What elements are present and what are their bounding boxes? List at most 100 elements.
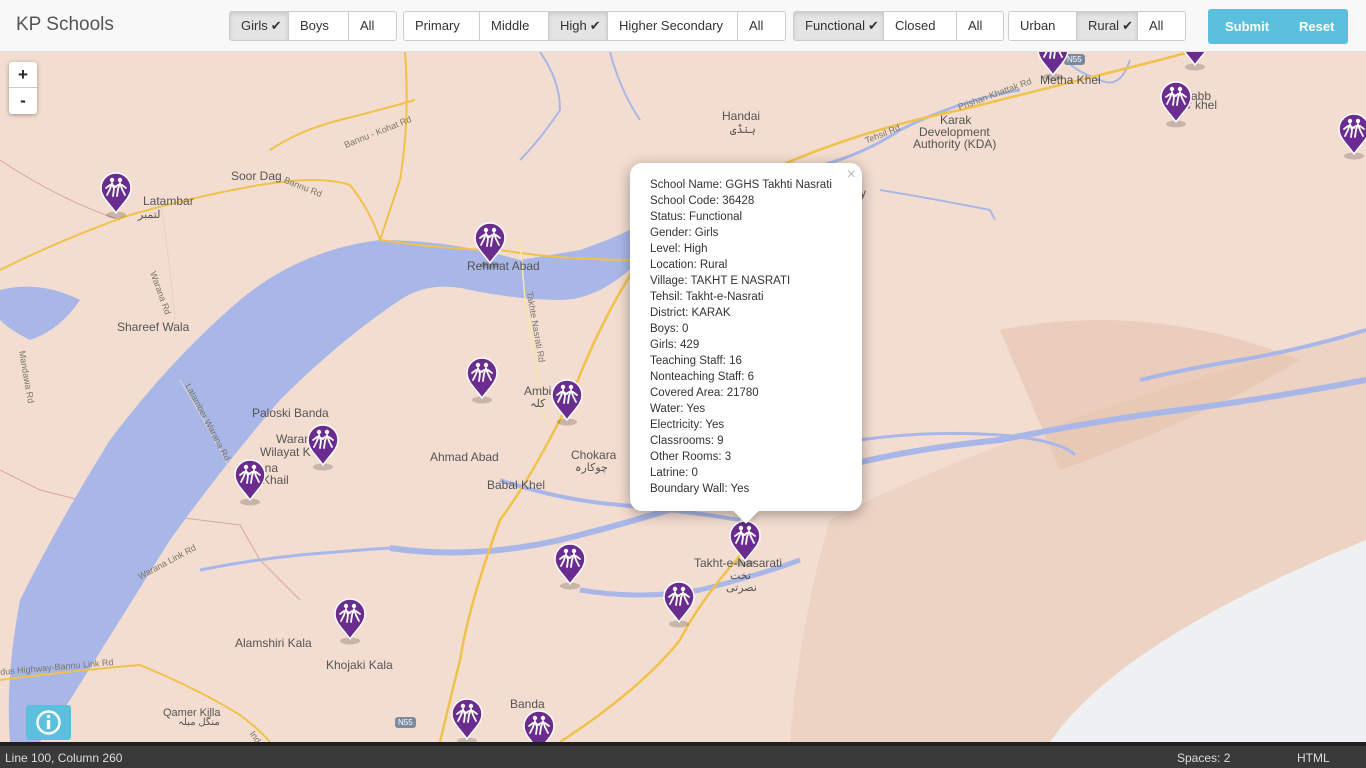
- popup-field: School Code: 36428: [650, 195, 755, 207]
- level-filter-group: Primary Middle High ✔ Higher Secondary Al…: [403, 11, 786, 41]
- check-icon: ✔: [270, 18, 282, 33]
- popup-field: Boundary Wall: Yes: [650, 483, 750, 495]
- place-chokara: Chokara: [571, 448, 617, 462]
- popup-field: Girls: 429: [650, 339, 700, 351]
- popup-field: School Name: GGHS Takhti Nasrati: [650, 179, 832, 191]
- reset-button[interactable]: Reset: [1299, 9, 1334, 44]
- place-ambi: Ambi: [524, 384, 552, 398]
- place-chokara-urdu: چوکارہ: [575, 462, 608, 474]
- popup-field: Boys: 0: [650, 323, 689, 335]
- popup-field: Nonteaching Staff: 6: [650, 371, 754, 383]
- zoom-in-button[interactable]: +: [9, 62, 37, 88]
- popup-field: Gender: Girls: [650, 227, 719, 239]
- school-children-icon: [551, 379, 583, 426]
- school-marker[interactable]: [450, 697, 484, 742]
- place-shareef-wala: Shareef Wala: [117, 320, 190, 334]
- syntax-mode[interactable]: HTML: [1297, 751, 1330, 765]
- school-marker[interactable]: [465, 356, 499, 404]
- popup-field: Latrine: 0: [650, 467, 698, 479]
- place-handai: Handai: [722, 109, 761, 123]
- school-marker[interactable]: [1178, 52, 1212, 71]
- school-children-icon: [663, 581, 695, 628]
- school-children-icon: [554, 543, 586, 590]
- highway-shield-n55-south: N55: [395, 717, 416, 728]
- level-primary-button[interactable]: Primary: [403, 11, 480, 41]
- popup-field: Location: Rural: [650, 259, 728, 271]
- place-babal-khel: Babal Khel: [487, 478, 546, 492]
- location-all-button[interactable]: All: [1137, 11, 1186, 41]
- school-marker[interactable]: [1159, 80, 1193, 128]
- school-children-icon: [474, 222, 506, 269]
- submit-button[interactable]: Submit: [1225, 9, 1269, 44]
- popup-field: Status: Functional: [650, 211, 743, 223]
- place-paloski-banda: Paloski Banda: [252, 406, 329, 420]
- school-children-icon: [523, 710, 555, 742]
- place-ambi-urdu: کلہ: [530, 398, 546, 410]
- popup-field: Level: High: [650, 243, 708, 255]
- gender-girls-button[interactable]: Girls ✔: [229, 11, 289, 41]
- check-icon: ✔: [867, 18, 879, 33]
- level-higher-secondary-button[interactable]: Higher Secondary: [607, 11, 738, 41]
- popup-field: Covered Area: 21780: [650, 387, 759, 399]
- popup-field: Electricity: Yes: [650, 419, 725, 431]
- school-marker[interactable]: [1036, 52, 1070, 81]
- info-icon: [36, 710, 61, 735]
- check-icon: ✔: [1122, 18, 1133, 33]
- school-children-icon: [1183, 52, 1207, 71]
- place-takht-urdu-2: نصرتی: [726, 582, 757, 594]
- cursor-position: Line 100, Column 260: [5, 751, 123, 765]
- place-karak-kda-3: Authority (KDA): [913, 137, 997, 151]
- school-children-icon: [466, 357, 498, 404]
- school-marker[interactable]: [306, 423, 340, 471]
- status-all-button[interactable]: All: [956, 11, 1004, 41]
- location-urban-button[interactable]: Urban: [1008, 11, 1077, 41]
- level-high-button[interactable]: High ✔: [548, 11, 608, 41]
- school-marker[interactable]: [1337, 112, 1366, 160]
- gender-all-button[interactable]: All: [348, 11, 397, 41]
- school-marker[interactable]: [550, 378, 584, 426]
- location-rural-button[interactable]: Rural ✔: [1076, 11, 1138, 41]
- navbar: KP Schools Girls ✔ Boys All Primary Middl…: [0, 0, 1366, 52]
- status-closed-button[interactable]: Closed: [883, 11, 957, 41]
- level-middle-button[interactable]: Middle: [479, 11, 549, 41]
- school-marker[interactable]: [522, 709, 556, 742]
- school-children-icon: [451, 698, 483, 742]
- school-marker[interactable]: [662, 580, 696, 628]
- school-marker[interactable]: [233, 458, 267, 506]
- gender-filter-group: Girls ✔ Boys All: [229, 11, 397, 41]
- map-canvas[interactable]: Latambar لتمبر Soor Dag Shareef Wala Reh…: [0, 52, 1366, 742]
- school-marker[interactable]: [99, 171, 133, 219]
- popup-field: Water: Yes: [650, 403, 706, 415]
- place-soor-dag: Soor Dag: [231, 169, 282, 183]
- place-alamshiri-kala: Alamshiri Kala: [235, 636, 312, 650]
- zoom-control: + -: [9, 62, 37, 114]
- gender-boys-button[interactable]: Boys: [288, 11, 349, 41]
- brand-title[interactable]: KP Schools: [16, 14, 114, 36]
- popup-field: Other Rooms: 3: [650, 451, 732, 463]
- school-marker[interactable]: [553, 542, 587, 590]
- level-all-button[interactable]: All: [737, 11, 786, 41]
- check-icon: ✔: [589, 18, 601, 33]
- editor-status-bar: Line 100, Column 260 Spaces: 2 HTML: [0, 742, 1366, 768]
- school-children-icon: [234, 459, 266, 506]
- indent-setting[interactable]: Spaces: 2: [1177, 751, 1230, 765]
- school-children-icon: [307, 424, 339, 471]
- zoom-out-button[interactable]: -: [9, 88, 37, 114]
- school-marker[interactable]: [473, 221, 507, 269]
- school-marker[interactable]: [728, 519, 762, 567]
- popup-field: District: KARAK: [650, 307, 731, 319]
- popup-field: Classrooms: 9: [650, 435, 724, 447]
- place-ahmad-abad: Ahmad Abad: [430, 450, 499, 464]
- action-group: Submit Reset: [1208, 9, 1348, 44]
- status-filter-group: Functional ✔ Closed All: [793, 11, 1004, 41]
- place-qamer-urdu: منگل مبلہ: [178, 717, 220, 728]
- school-info-popup: × School Name: GGHS Takhti Nasrati School…: [630, 163, 862, 524]
- popup-field: Teaching Staff: 16: [650, 355, 742, 367]
- school-marker[interactable]: [333, 597, 367, 645]
- info-button[interactable]: [26, 705, 71, 740]
- school-children-icon: [1037, 52, 1069, 81]
- status-functional-button[interactable]: Functional ✔: [793, 11, 884, 41]
- place-latambar-urdu: لتمبر: [138, 209, 161, 221]
- place-latambar: Latambar: [143, 194, 194, 208]
- place-handai-urdu: ہنڈی: [730, 124, 756, 136]
